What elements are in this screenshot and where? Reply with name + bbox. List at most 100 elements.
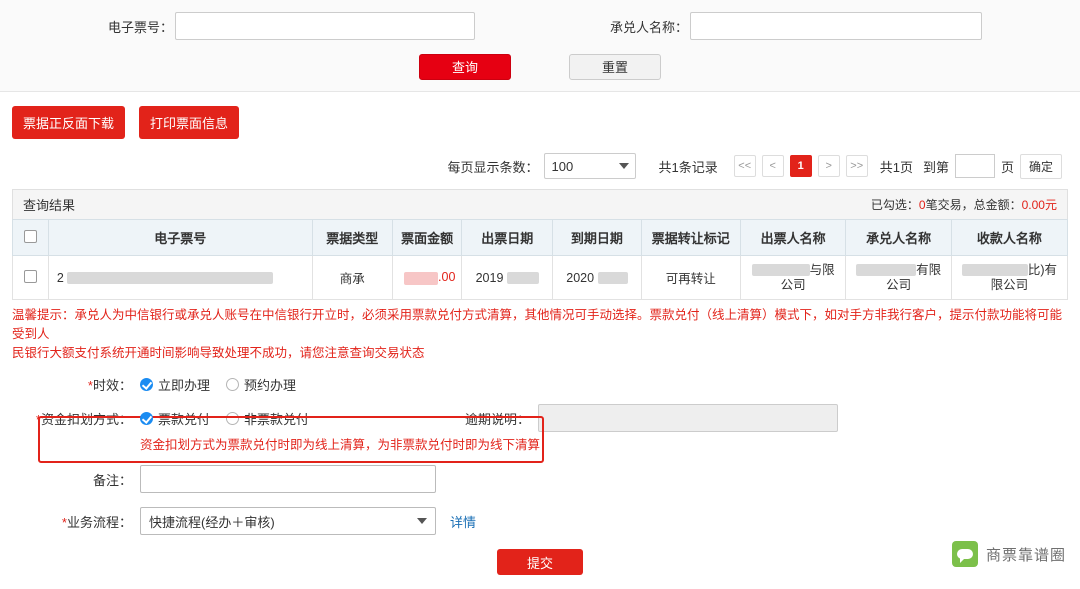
goto-page-input[interactable]	[954, 154, 995, 178]
acceptor-text2: 公司	[886, 277, 912, 292]
result-header: 查询结果 已勾选：0笔交易，总金额：0.00元	[12, 189, 1068, 219]
goto-confirm-button[interactable]: 确定	[1019, 153, 1062, 179]
first-page-button[interactable]: <<	[733, 155, 756, 177]
total-pages: 共1页	[879, 159, 913, 175]
col-bill-no: 电子票号	[47, 219, 313, 256]
timing-row: **时效：时效： 立即办理 预约办理	[0, 375, 1080, 394]
cell-bill-no: 2	[47, 255, 313, 300]
timing-option-scheduled-label: 预约办理	[244, 378, 297, 393]
acceptor-input[interactable]	[690, 12, 983, 40]
cell-acceptor: 有限 公司	[845, 255, 952, 300]
bill-no-redaction	[67, 272, 274, 285]
search-buttons: 查询 重置	[0, 54, 1080, 80]
watermark-text: 商票靠谱圈	[985, 545, 1066, 564]
page-size-label: 每页显示条数：	[447, 159, 539, 175]
search-fields-row: 电子票号： 承兑人名称：	[0, 8, 1080, 44]
print-bill-info-button[interactable]: 打印票面信息	[139, 106, 240, 139]
bill-no-label: 电子票号：	[108, 19, 174, 35]
tips-line-2: 民银行大额支付系统开通时间影响导致处理不成功，请您注意查询交易状态	[12, 346, 425, 360]
bill-no-input[interactable]	[175, 12, 476, 40]
drawer-redaction	[751, 264, 810, 277]
timing-option-immediate-radio[interactable]	[140, 378, 153, 391]
acceptor-text: 有限	[916, 262, 942, 277]
bill-no-text: 2	[56, 270, 64, 285]
page-size-select[interactable]: 100	[544, 153, 637, 179]
due-date-redaction	[597, 272, 628, 285]
reset-button[interactable]: 重置	[569, 54, 661, 80]
col-acceptor: 承兑人名称	[845, 219, 952, 256]
payee-text: 比)有	[1027, 262, 1058, 277]
cell-amount: .00	[391, 255, 463, 300]
cell-bill-type: 商承	[311, 255, 393, 300]
col-payee: 收款人名称	[950, 219, 1069, 256]
issue-date-text: 2019	[475, 270, 504, 285]
wechat-icon	[951, 541, 978, 567]
select-all-cell[interactable]	[12, 219, 49, 256]
drawer-text2: 公司	[780, 277, 806, 292]
col-due-date: 到期日期	[552, 219, 642, 256]
chevron-down-icon	[619, 163, 630, 169]
col-drawer: 出票人名称	[739, 219, 847, 256]
payee-text2: 限公司	[990, 277, 1029, 292]
col-issue-date: 出票日期	[461, 219, 554, 256]
payee-redaction	[961, 264, 1028, 277]
last-page-button[interactable]: >>	[845, 155, 868, 177]
drawer-text: 与限	[809, 262, 835, 277]
process-value: 快捷流程(经办＋审核)	[149, 514, 275, 530]
cell-drawer: 与限 公司	[739, 255, 847, 300]
acceptor-label: 承兑人名称：	[610, 19, 689, 35]
selected-unit: 元	[1044, 198, 1057, 212]
download-bill-image-button[interactable]: 票据正反面下载	[12, 106, 126, 139]
remark-row: 备注：	[0, 465, 1080, 493]
result-title: 查询结果	[23, 198, 76, 213]
bill-no-field: 电子票号：	[0, 12, 540, 40]
prev-page-button[interactable]: <	[761, 155, 784, 177]
process-label: *业务流程：	[61, 514, 132, 530]
overdue-input[interactable]	[538, 404, 839, 432]
col-amount: 票面金额	[391, 219, 463, 256]
acceptor-field: 承兑人名称：	[540, 12, 1080, 40]
next-page-button[interactable]: >	[817, 155, 840, 177]
page-unit-label: 页	[1000, 159, 1014, 175]
fund-option-bill-payment-radio[interactable]	[140, 411, 153, 425]
bill-table: 电子票号 票据类型 票面金额 出票日期 到期日期 票据转让标记 出票人名称 承兑…	[12, 219, 1069, 300]
amount-redaction	[404, 271, 439, 285]
pager: 每页显示条数： 100 共1条记录 << < 1 > >> 共1页 到第 页 确…	[0, 139, 1080, 189]
timing-label: **时效：时效：	[87, 378, 132, 393]
process-select[interactable]: 快捷流程(经办＋审核)	[140, 507, 436, 535]
col-bill-type: 票据类型	[311, 219, 393, 256]
submit-button[interactable]: 提交	[497, 549, 583, 575]
action-bar: 票据正反面下载 打印票面信息	[0, 92, 1080, 139]
cell-issue-date: 2019	[461, 255, 554, 300]
timing-option-scheduled-radio[interactable]	[226, 378, 240, 391]
timing-option-immediate-label: 立即办理	[158, 378, 211, 393]
page-size-value: 100	[551, 158, 574, 174]
process-row: *业务流程： 快捷流程(经办＋审核) 详情	[0, 507, 1080, 535]
search-panel: 电子票号： 承兑人名称： 查询 重置	[0, 0, 1080, 92]
cell-payee: 比)有 限公司	[950, 255, 1069, 300]
issue-date-redaction	[506, 272, 539, 285]
fund-method-highlight	[38, 416, 544, 463]
detail-link[interactable]: 详情	[450, 512, 476, 531]
page-1-button[interactable]: 1	[789, 155, 812, 177]
warm-tips: 温馨提示：承兑人为中信银行或承兑人账号在中信银行开立时，必须采用票款兑付方式清算…	[0, 300, 1080, 363]
query-button[interactable]: 查询	[419, 54, 511, 80]
table-row[interactable]: 2 商承 .00 2019 2020 可再转让 与限 公司 有限 公司 比)有 …	[12, 255, 1069, 300]
selected-prefix: 已勾选：	[870, 198, 919, 212]
row-checkbox[interactable]	[23, 269, 37, 283]
amount-text: .00	[438, 270, 456, 285]
row-select-cell[interactable]	[12, 255, 49, 300]
table-header-row: 电子票号 票据类型 票面金额 出票日期 到期日期 票据转让标记 出票人名称 承兑…	[12, 219, 1069, 256]
remark-input[interactable]	[140, 465, 436, 493]
submit-row: 提交	[0, 549, 1080, 575]
selected-count: 0	[918, 198, 926, 212]
chevron-down-icon	[417, 518, 427, 524]
cell-due-date: 2020	[552, 255, 642, 300]
selected-amount: 0.00	[1021, 198, 1045, 212]
select-all-checkbox[interactable]	[23, 229, 37, 243]
acceptor-redaction	[856, 264, 917, 277]
cell-transfer-flag: 可再转让	[640, 255, 741, 300]
due-date-text: 2020	[566, 270, 595, 285]
remark-label: 备注：	[92, 472, 132, 488]
selected-mid-text: 笔交易，总金额：	[925, 198, 1022, 212]
